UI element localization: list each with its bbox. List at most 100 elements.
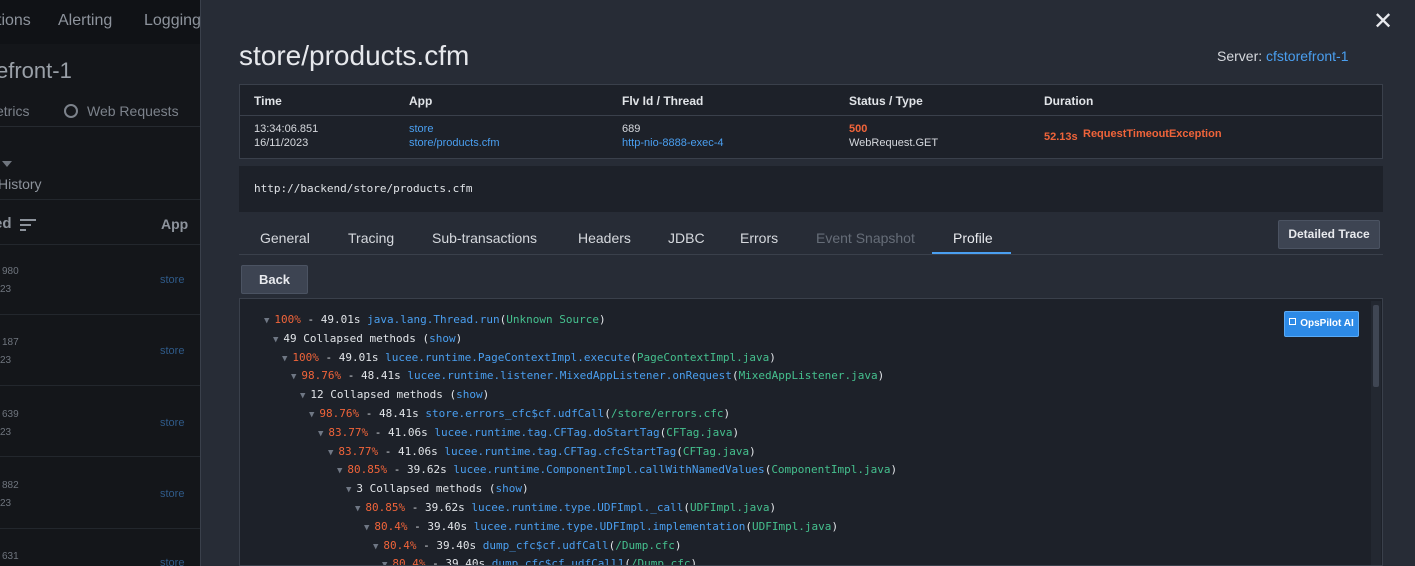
node-method[interactable]: lucee.runtime.tag.CFTag.cfcStartTag — [444, 445, 676, 458]
profile-node[interactable]: ▼ 98.76% - 48.41s store.errors_cfc$cf.udf… — [309, 407, 730, 420]
expand-triangle-icon[interactable]: ▼ — [346, 485, 351, 495]
show-collapsed-link[interactable]: show — [429, 332, 456, 345]
expand-triangle-icon[interactable]: ▼ — [300, 391, 305, 401]
txn-thread-link[interactable]: http-nio-8888-exec-4 — [622, 137, 724, 149]
collapsed-methods-row[interactable]: ▼ 3 Collapsed methods (show) — [346, 482, 529, 495]
node-time: 48.41s — [379, 407, 419, 420]
expand-triangle-icon[interactable]: ▼ — [309, 410, 314, 420]
txn-page-link[interactable]: store/products.cfm — [409, 137, 499, 149]
node-time: 39.62s — [425, 501, 465, 514]
table-header-row: Time App Flv Id / Thread Status / Type D… — [240, 85, 1382, 116]
node-method[interactable]: lucee.runtime.listener.MixedAppListener.… — [407, 369, 732, 382]
node-method[interactable]: dump_cfc$cf.udfCall — [483, 539, 609, 552]
show-collapsed-link[interactable]: show — [496, 482, 523, 495]
tab-jdbc[interactable]: JDBC — [668, 230, 705, 246]
node-source: /store/errors.cfc — [610, 407, 724, 420]
close-icon[interactable]: ✕ — [1371, 10, 1395, 34]
node-percent: 80.85% — [365, 501, 406, 514]
background-tab-web-requests[interactable]: Web Requests — [87, 103, 179, 119]
node-percent: 98.76% — [301, 369, 342, 383]
node-method[interactable]: dump_cfc$cf.udfCall1 — [492, 557, 624, 565]
tab-headers[interactable]: Headers — [578, 230, 631, 246]
server-link[interactable]: cfstorefront-1 — [1266, 48, 1348, 64]
node-method[interactable]: store.errors_cfc$cf.udfCall — [425, 407, 604, 420]
row-app-link[interactable]: store — [160, 274, 184, 286]
transaction-modal: ✕ store/products.cfm Server: cfstorefron… — [200, 0, 1415, 566]
detailed-trace-button[interactable]: Detailed Trace — [1278, 220, 1380, 249]
expand-triangle-icon[interactable]: ▼ — [364, 523, 369, 533]
expand-triangle-icon[interactable]: ▼ — [282, 354, 287, 364]
header-time: Time — [254, 94, 282, 108]
row-app-link[interactable]: store — [160, 417, 184, 429]
divider — [0, 126, 200, 127]
scrollbar-thumb[interactable] — [1373, 305, 1379, 387]
row-app-link[interactable]: store — [160, 488, 184, 500]
profile-node[interactable]: ▼ 100% - 49.01s java.lang.Thread.run(Unkn… — [264, 313, 606, 326]
profile-node[interactable]: ▼ 80.85% - 39.62s lucee.runtime.Component… — [337, 463, 897, 476]
node-method[interactable]: lucee.runtime.PageContextImpl.execute — [385, 351, 630, 364]
nav-item-logging[interactable]: Logging — [144, 12, 201, 30]
chevron-down-icon[interactable] — [2, 161, 12, 167]
expand-triangle-icon[interactable]: ▼ — [318, 429, 323, 439]
node-time: 49.01s — [338, 350, 379, 364]
row-app-link[interactable]: store — [160, 345, 184, 357]
profile-node[interactable]: ▼ 98.76% - 48.41s lucee.runtime.listener.… — [291, 369, 884, 382]
profile-node[interactable]: ▼ 80.85% - 39.62s lucee.runtime.type.UDFI… — [355, 501, 776, 514]
expand-triangle-icon[interactable]: ▼ — [328, 448, 333, 458]
show-collapsed-link[interactable]: show — [456, 388, 483, 401]
row-id: 980 — [2, 266, 19, 277]
profile-node[interactable]: ▼ 80.4% - 39.40s dump_cfc$cf.udfCall(/Dum… — [373, 539, 682, 552]
tab-sub-transactions[interactable]: Sub-transactions — [432, 230, 537, 246]
row-year: 23 — [0, 427, 12, 438]
node-method[interactable]: lucee.runtime.ComponentImpl.callWithName… — [453, 463, 764, 476]
txn-flv-id: 689 — [622, 123, 641, 135]
tab-errors[interactable]: Errors — [740, 230, 778, 246]
node-method[interactable]: lucee.runtime.type.UDFImpl._call — [471, 501, 683, 514]
collapsed-methods-row[interactable]: ▼ 49 Collapsed methods (show) — [273, 332, 462, 345]
txn-date: 16/11/2023 — [254, 137, 309, 149]
nav-item-alerting[interactable]: Alerting — [58, 12, 112, 30]
node-percent: 98.76% — [319, 407, 360, 420]
server-label: Server: — [1217, 48, 1263, 64]
header-status: Status / Type — [849, 94, 923, 108]
node-percent: 80.4% — [374, 519, 408, 533]
row-id: 631 — [2, 551, 19, 562]
expand-triangle-icon[interactable]: ▼ — [382, 560, 387, 565]
tab-profile[interactable]: Profile — [953, 230, 993, 246]
node-time: 41.06s — [398, 444, 438, 458]
back-button[interactable]: Back — [241, 265, 308, 294]
node-method[interactable]: java.lang.Thread.run — [367, 313, 499, 326]
nav-item-applications[interactable]: tions — [0, 12, 31, 30]
profile-node[interactable]: ▼ 80.4% - 39.40s lucee.runtime.type.UDFIm… — [364, 520, 838, 533]
row-year: 23 — [0, 284, 12, 295]
transaction-summary-table: Time App Flv Id / Thread Status / Type D… — [239, 84, 1383, 159]
expand-triangle-icon[interactable]: ▼ — [291, 372, 296, 382]
expand-triangle-icon[interactable]: ▼ — [337, 466, 342, 476]
opspilot-ai-button[interactable]: OpsPilot AI — [1284, 311, 1359, 337]
profile-node[interactable]: ▼ 83.77% - 41.06s lucee.runtime.tag.CFTag… — [328, 445, 756, 458]
node-time: 39.40s — [445, 557, 486, 566]
tab-tracing[interactable]: Tracing — [348, 230, 394, 246]
node-time: 49.01s — [320, 313, 361, 326]
node-percent: 100% — [274, 313, 301, 326]
expand-triangle-icon[interactable]: ▼ — [373, 542, 378, 552]
expand-triangle-icon[interactable]: ▼ — [355, 504, 360, 514]
background-column-header[interactable]: ed — [0, 215, 12, 232]
sort-icon[interactable] — [20, 219, 36, 234]
node-source: /Dump.cfc — [630, 557, 691, 566]
collapsed-methods-row[interactable]: ▼ 12 Collapsed methods (show) — [300, 388, 489, 401]
collapsed-methods-label: 3 Collapsed methods — [356, 482, 483, 496]
expand-triangle-icon[interactable]: ▼ — [273, 335, 278, 345]
tab-general[interactable]: General — [260, 230, 310, 246]
globe-icon — [64, 104, 78, 118]
expand-triangle-icon[interactable]: ▼ — [264, 316, 269, 326]
node-source: Unknown Source — [506, 313, 599, 326]
node-method[interactable]: lucee.runtime.type.UDFImpl.implementatio… — [474, 520, 746, 533]
background-tab-metrics[interactable]: etrics — [0, 103, 29, 119]
profile-node[interactable]: ▼ 100% - 49.01s lucee.runtime.PageContext… — [282, 351, 776, 364]
row-app-link[interactable]: store — [160, 557, 184, 566]
node-method[interactable]: lucee.runtime.tag.CFTag.doStartTag — [434, 426, 659, 439]
txn-app-link[interactable]: store — [409, 123, 433, 135]
profile-node[interactable]: ▼ 80.4% - 39.40s dump_cfc$cf.udfCall1(/Du… — [382, 557, 697, 566]
profile-node[interactable]: ▼ 83.77% - 41.06s lucee.runtime.tag.CFTag… — [318, 426, 739, 439]
